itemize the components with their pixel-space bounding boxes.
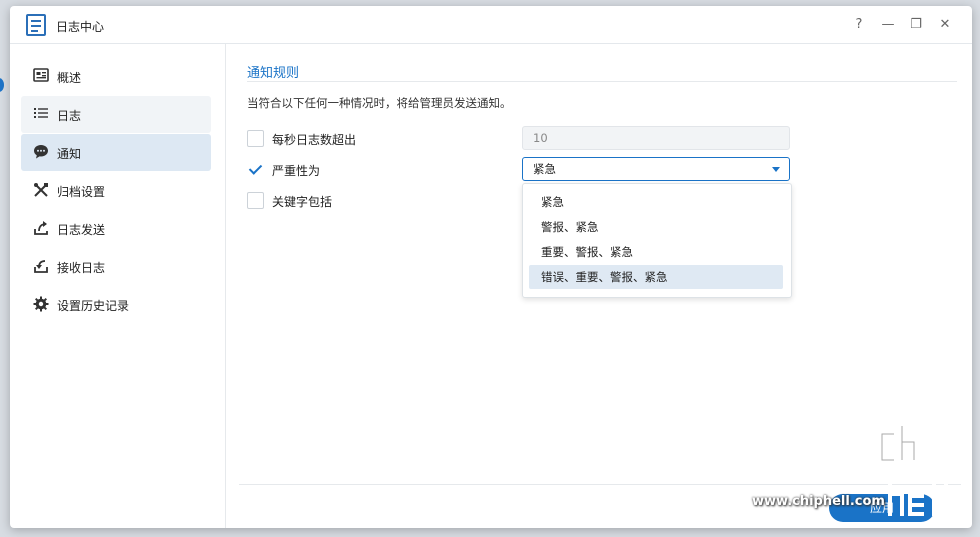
- chiphell-logo: [880, 424, 948, 516]
- sidebar-item-settings-history[interactable]: 设置历史记录: [21, 286, 211, 323]
- rule-label: 严重性为: [272, 164, 321, 178]
- help-icon[interactable]: ?: [848, 14, 870, 36]
- main-panel: 通知规则 当符合以下任何一种情况时，将给管理员发送通知。 每秒日志数超出 10 …: [227, 44, 972, 528]
- maximize-icon[interactable]: ❐: [905, 14, 927, 36]
- receive-icon: [33, 258, 49, 274]
- notification-description: 当符合以下任何一种情况时，将给管理员发送通知。: [247, 96, 512, 110]
- window-title: 日志中心: [56, 20, 105, 34]
- severity-option[interactable]: 重要、警报、紧急: [529, 240, 783, 264]
- sidebar: 概述 日志 通知 归档设置 日志发送 接收日志 设置历史记录: [10, 44, 226, 528]
- sidebar-item-notification[interactable]: 通知: [21, 134, 211, 171]
- rule-label: 关键字包括: [272, 195, 333, 209]
- sidebar-item-label: 日志: [57, 109, 82, 123]
- severity-option-highlighted[interactable]: 错误、重要、警报、紧急: [529, 265, 783, 289]
- send-icon: [33, 220, 49, 236]
- sidebar-item-label: 归档设置: [57, 185, 106, 199]
- logs-per-second-input[interactable]: 10: [522, 126, 790, 150]
- keyword-checkbox[interactable]: [247, 192, 264, 209]
- severity-checkbox[interactable]: [247, 161, 264, 178]
- rule-label: 每秒日志数超出: [272, 133, 357, 147]
- severity-option[interactable]: 警报、紧急: [529, 215, 783, 239]
- sidebar-item-label: 设置历史记录: [57, 299, 130, 313]
- chat-icon: [33, 144, 49, 160]
- severity-select[interactable]: 紧急: [522, 157, 790, 181]
- gear-icon: [33, 296, 49, 312]
- sidebar-item-logs[interactable]: 日志: [21, 96, 211, 133]
- log-center-app-icon: [26, 14, 46, 36]
- sidebar-item-archive-settings[interactable]: 归档设置: [21, 172, 211, 209]
- section-title: 通知规则: [247, 66, 300, 81]
- list-icon: [33, 106, 49, 122]
- sidebar-item-overview[interactable]: 概述: [21, 58, 211, 95]
- sidebar-item-label: 概述: [57, 71, 82, 85]
- overview-icon: [33, 68, 49, 84]
- watermark-text: www.chiphell.com: [752, 494, 885, 509]
- sidebar-item-label: 通知: [57, 147, 82, 161]
- severity-option[interactable]: 紧急: [529, 190, 783, 214]
- desktop-edge-indicator: [0, 78, 4, 92]
- sidebar-item-log-sending[interactable]: 日志发送: [21, 210, 211, 247]
- close-icon[interactable]: ✕: [934, 14, 956, 36]
- logs-per-second-checkbox[interactable]: [247, 130, 264, 147]
- sidebar-item-receive-logs[interactable]: 接收日志: [21, 248, 211, 285]
- sidebar-item-label: 日志发送: [57, 223, 106, 237]
- severity-selected-value: 紧急: [533, 162, 556, 176]
- log-center-window: 日志中心 ? — ❐ ✕ 概述 日志 通知 归档设置 日志发送 接收日志 设置历…: [10, 6, 972, 528]
- chevron-down-icon: [772, 167, 780, 172]
- sidebar-item-label: 接收日志: [57, 261, 106, 275]
- tools-icon: [33, 182, 49, 198]
- severity-dropdown-menu: 紧急 警报、紧急 重要、警报、紧急 错误、重要、警报、紧急: [522, 183, 792, 298]
- section-divider: [247, 81, 957, 82]
- minimize-icon[interactable]: —: [877, 14, 899, 36]
- titlebar: 日志中心 ? — ❐ ✕: [10, 6, 972, 44]
- footer-divider: [239, 484, 961, 485]
